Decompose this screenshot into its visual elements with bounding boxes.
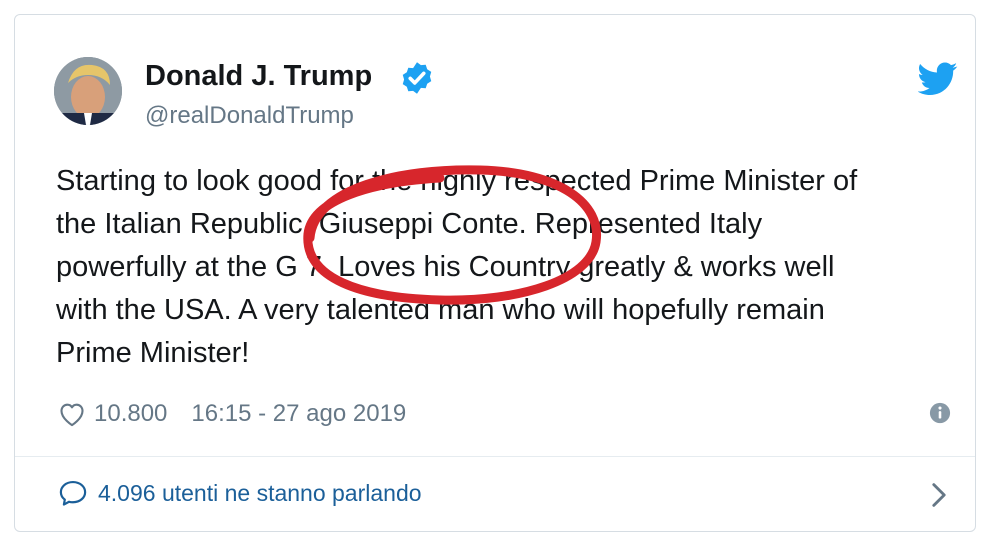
tweet-meta: 10.800 16:15 - 27 ago 2019 (58, 398, 406, 430)
tweet-text-line: powerfully at the G 7. Loves his Country… (56, 251, 835, 283)
speech-bubble-icon (59, 480, 87, 506)
verified-badge-icon (402, 62, 432, 94)
timestamp[interactable]: 16:15 - 27 ago 2019 (191, 400, 406, 428)
avatar[interactable] (54, 57, 122, 125)
avatar-image (54, 57, 122, 125)
info-icon[interactable] (929, 402, 951, 424)
tweet-text-line: with the USA. A very talented man who wi… (56, 294, 825, 326)
display-name[interactable]: Donald J. Trump (145, 60, 372, 93)
twitter-bird-icon[interactable] (918, 62, 958, 96)
user-handle[interactable]: @realDonaldTrump (145, 102, 354, 130)
like-count[interactable]: 10.800 (94, 400, 167, 428)
tweet-text-line: Starting to look good for the highly res… (56, 165, 858, 197)
conversation-link[interactable]: 4.096 utenti ne stanno parlando (58, 476, 422, 510)
tweet-text-line: the Italian Republic, Giuseppi Conte. Re… (56, 208, 763, 240)
divider (15, 456, 975, 457)
chevron-right-icon[interactable] (930, 482, 948, 508)
heart-icon[interactable] (58, 401, 86, 427)
conversation-label[interactable]: 4.096 utenti ne stanno parlando (98, 480, 422, 507)
tweet-text-line: Prime Minister! (56, 337, 250, 369)
tweet-text: Starting to look good for the highly res… (56, 160, 946, 375)
